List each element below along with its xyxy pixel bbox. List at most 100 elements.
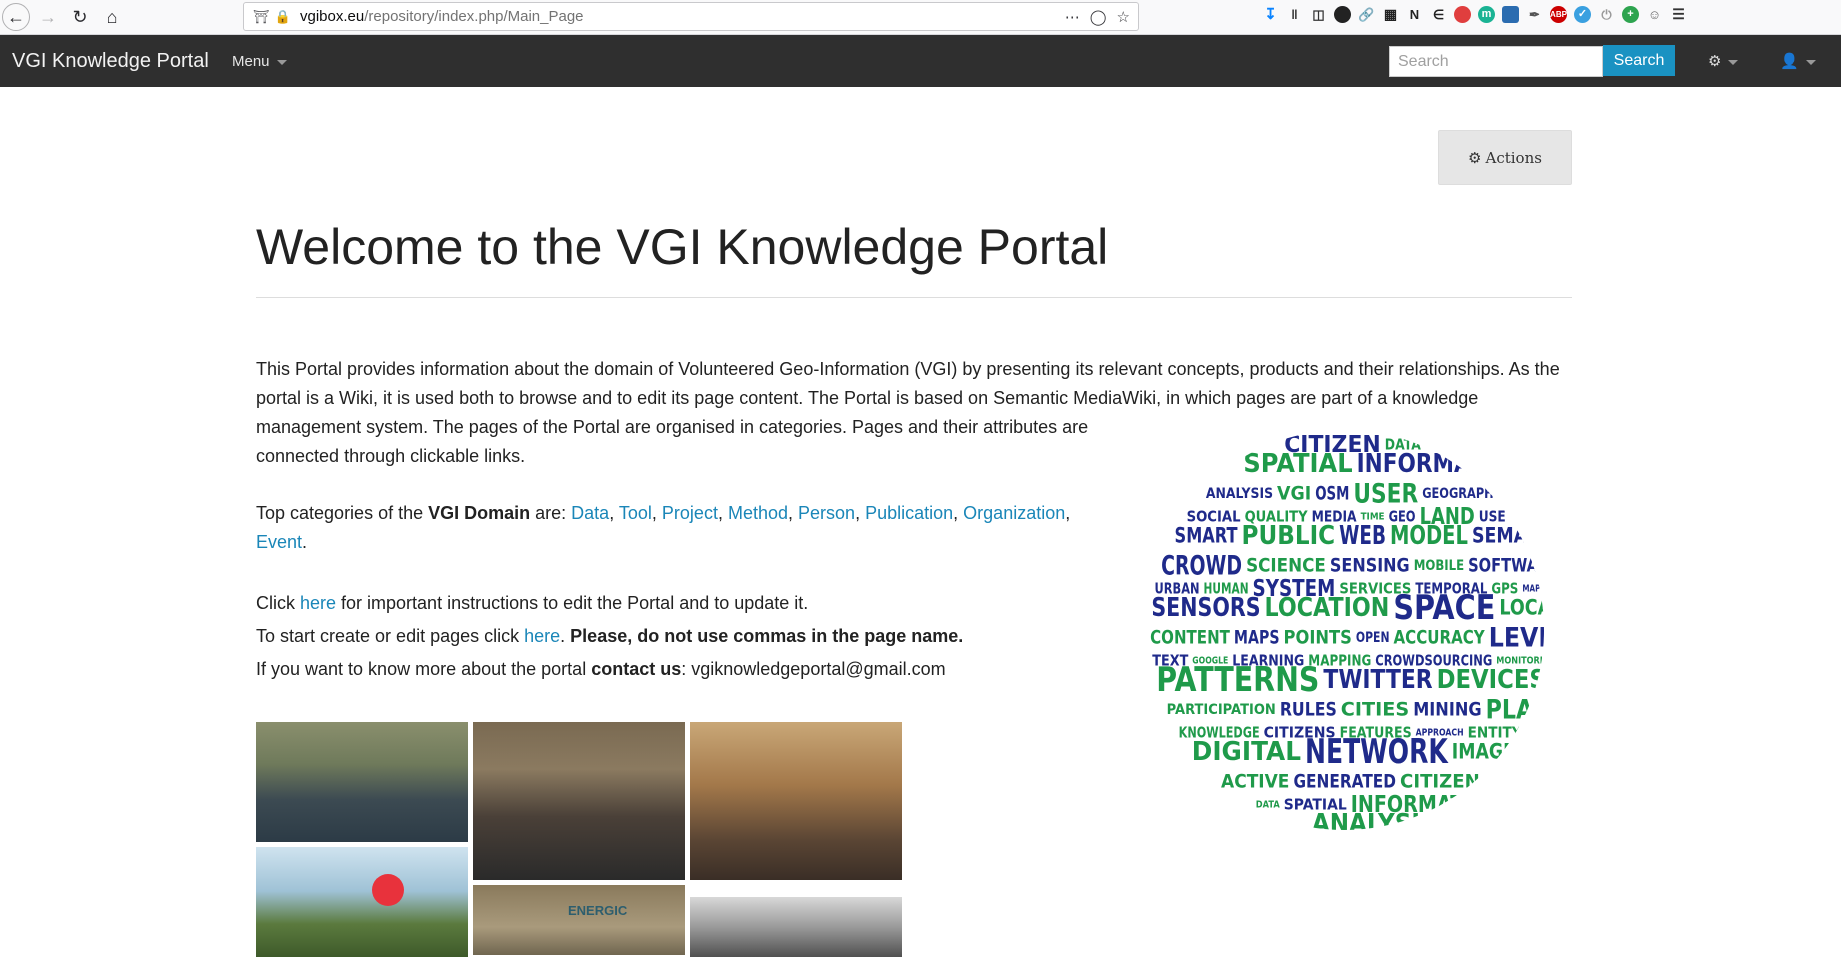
square-extension-icon[interactable]: [1502, 6, 1519, 23]
word-cloud-word: LOCATION: [1265, 593, 1390, 623]
word-cloud-word: CROWD: [1161, 550, 1242, 581]
top-categories: Top categories of the VGI Domain are: Da…: [256, 503, 1071, 552]
word-cloud-word: PUBLIC: [1242, 521, 1336, 551]
grid-icon[interactable]: ▦: [1382, 6, 1399, 23]
word-cloud-word: CITIES: [1341, 699, 1409, 721]
category-link-data[interactable]: Data: [571, 503, 609, 523]
download-icon[interactable]: ↧: [1262, 6, 1279, 23]
extension-toolbar: ↧ ‖ ◫ 🔗 ▦ N ∈ m ✒ ABP ✓ ⏻ + ☺ ☰: [1262, 6, 1687, 23]
photo-energic-presentation: ENERGIC: [473, 885, 685, 955]
category-link-person[interactable]: Person: [798, 503, 855, 523]
bookmark-star-icon[interactable]: ☆: [1117, 8, 1130, 26]
word-cloud-word: CONTENT: [1150, 627, 1230, 649]
word-cloud-word: PLANNING: [1486, 694, 1547, 725]
edit-instructions: Click here for important instructions to…: [256, 593, 809, 613]
browser-toolbar: ← → ↻ ⌂ ⛩ 🔒 vgibox.eu/repository/index.p…: [0, 0, 1841, 35]
photo-black-and-white-group: [690, 897, 902, 957]
menu-dropdown[interactable]: Menu: [232, 53, 287, 70]
word-cloud-word: SEMANTIC: [1472, 523, 1547, 547]
word-cloud-word: MINING: [1413, 699, 1481, 721]
word-cloud-word: SPACE: [1393, 588, 1495, 628]
category-link-publication[interactable]: Publication: [865, 503, 953, 523]
word-cloud-word: NETWORK: [1305, 732, 1449, 772]
actions-label: Actions: [1485, 148, 1542, 167]
chevron-down-icon: [1728, 59, 1739, 65]
face-icon[interactable]: ☺: [1646, 6, 1663, 23]
intro-paragraph-continued: management system. The pages of the Port…: [256, 417, 1089, 466]
chevron-down-icon: [276, 59, 287, 65]
address-bar[interactable]: ⛩ 🔒 vgibox.eu/repository/index.php/Main_…: [243, 2, 1139, 31]
word-cloud-word: ANALYSIS: [1312, 809, 1437, 833]
word-cloud-word: SENSORS: [1151, 593, 1260, 623]
word-cloud-word: SOFTWARE: [1468, 555, 1547, 577]
hamburger-menu-icon[interactable]: ☰: [1670, 6, 1687, 23]
dark-mode-icon[interactable]: [1334, 6, 1351, 23]
word-cloud-word: DATA: [1256, 800, 1280, 811]
home-icon[interactable]: ⌂: [98, 3, 126, 31]
page-actions-icon[interactable]: ⋯: [1065, 8, 1080, 26]
adblock-icon[interactable]: ABP: [1550, 6, 1567, 23]
tomato-icon[interactable]: [1454, 6, 1471, 23]
shield-icon[interactable]: ⛩: [250, 9, 272, 25]
forward-icon[interactable]: →: [34, 3, 62, 31]
intro-paragraph: This Portal provides information about t…: [256, 359, 1560, 408]
pen-icon[interactable]: ✒: [1526, 6, 1543, 23]
photo-group-portrait: [473, 722, 685, 880]
word-cloud-word: SCIENCE: [1246, 555, 1326, 577]
notion-icon[interactable]: N: [1406, 6, 1423, 23]
plus-icon[interactable]: +: [1622, 6, 1639, 23]
category-link-organization[interactable]: Organization: [963, 503, 1065, 523]
page-title: Welcome to the VGI Knowledge Portal: [256, 219, 1109, 275]
word-cloud-word: MOBILE: [1414, 558, 1464, 574]
word-cloud-word: SENSING: [1330, 555, 1410, 577]
red-balloon: [372, 874, 404, 906]
contact-line: If you want to know more about the porta…: [256, 659, 946, 679]
word-cloud-word: PATTERNS: [1156, 660, 1319, 700]
word-cloud-word: POINTS: [1284, 627, 1352, 649]
search-button[interactable]: Search: [1603, 45, 1675, 76]
word-cloud-word: OSM: [1315, 483, 1349, 505]
tools-dropdown[interactable]: ⚙: [1708, 52, 1739, 70]
word-cloud-word: DEVICES: [1437, 665, 1546, 695]
word-cloud-word: MAP: [1522, 584, 1540, 595]
user-icon: 👤: [1780, 53, 1799, 70]
evernote-icon[interactable]: ∈: [1430, 6, 1447, 23]
search-input[interactable]: [1389, 46, 1603, 77]
instructions-here-link[interactable]: here: [300, 593, 336, 613]
link-icon[interactable]: 🔗: [1358, 6, 1375, 23]
back-icon[interactable]: ←: [2, 3, 30, 31]
checkmark-icon[interactable]: ✓: [1574, 6, 1591, 23]
insecure-lock-icon[interactable]: 🔒: [272, 9, 294, 25]
create-pages-here-link[interactable]: here: [524, 626, 560, 646]
word-cloud-word: DIGITAL: [1192, 737, 1301, 767]
word-cloud-word: ACCURACY: [1394, 627, 1485, 649]
chevron-down-icon: [1805, 59, 1816, 65]
m-extension-icon[interactable]: m: [1478, 6, 1495, 23]
category-link-project[interactable]: Project: [662, 503, 718, 523]
word-cloud-word: OPEN: [1356, 630, 1390, 646]
user-dropdown[interactable]: 👤: [1780, 52, 1816, 70]
word-cloud-word: TWITTER: [1323, 665, 1432, 695]
library-icon[interactable]: ‖: [1286, 6, 1303, 23]
word-cloud-word: IMAGES: [1452, 739, 1528, 763]
word-cloud-word: GEOGRAPHIC: [1422, 486, 1506, 502]
category-link-event[interactable]: Event: [256, 532, 302, 552]
word-cloud-word: PARTICIPATION: [1167, 702, 1276, 718]
category-link-tool[interactable]: Tool: [619, 503, 652, 523]
contact-us-label: contact us: [591, 659, 682, 679]
energic-logo: ENERGIC: [568, 903, 628, 918]
pocket-icon[interactable]: ◯: [1090, 8, 1107, 26]
word-cloud-word: LEVEL: [1489, 622, 1547, 653]
vgi-word-cloud-image: CITIZEN DATASPATIAL INFORMATIONANALYSIS VGI…: [1144, 430, 1547, 833]
site-navbar: VGI Knowledge Portal Menu Search ⚙ 👤: [0, 35, 1841, 87]
vgi-domain-label: VGI Domain: [428, 503, 531, 523]
reload-icon[interactable]: ↻: [66, 3, 94, 31]
power-icon[interactable]: ⏻: [1598, 6, 1615, 23]
word-cloud-word: VGI: [1277, 483, 1311, 505]
word-cloud-word: RULES: [1280, 699, 1337, 721]
site-brand[interactable]: VGI Knowledge Portal: [12, 50, 209, 73]
sidebar-icon[interactable]: ◫: [1310, 6, 1327, 23]
word-cloud-word: MAPS: [1234, 627, 1280, 649]
actions-button[interactable]: ⚙ Actions: [1438, 130, 1572, 185]
category-link-method[interactable]: Method: [728, 503, 788, 523]
